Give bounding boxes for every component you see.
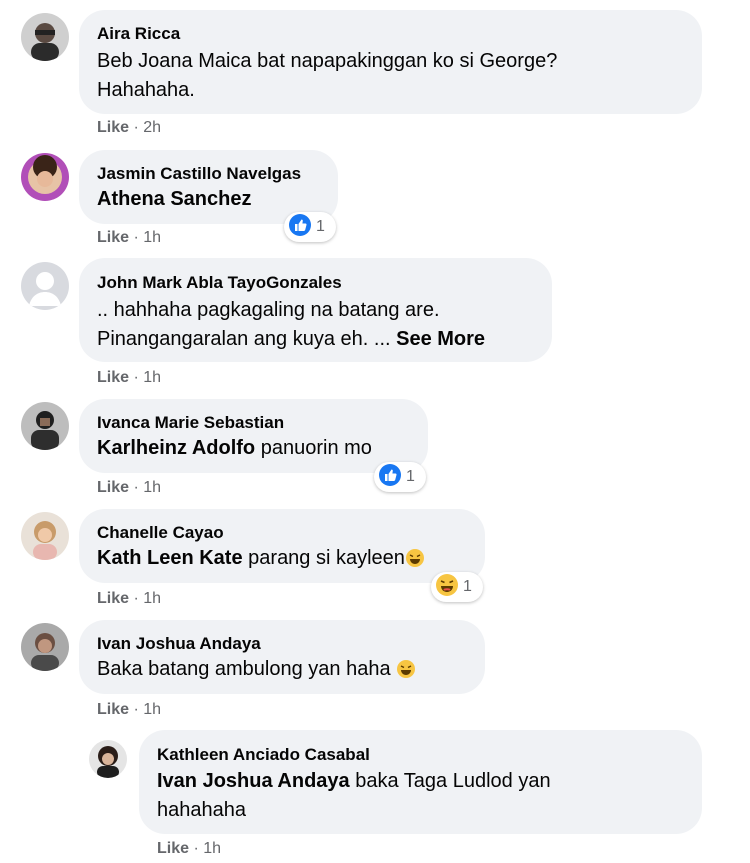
comment-author[interactable]: Jasmin Castillo Navelgas (97, 164, 301, 184)
comment-text: Pinangangaralan ang kuya eh. ... See Mor… (97, 328, 486, 350)
comment-text: Hahahaha. (97, 79, 195, 101)
see-more-link[interactable]: See More (396, 328, 485, 350)
reaction-count: 1 (316, 218, 325, 235)
like-button[interactable]: Like (97, 590, 129, 607)
comment-text: hahahaha (157, 799, 246, 821)
comment-timestamp[interactable]: 1h (143, 229, 161, 246)
comment-timestamp[interactable]: 1h (203, 840, 221, 857)
mention-link[interactable]: Athena Sanchez (97, 185, 251, 214)
comment-timestamp[interactable]: 1h (143, 590, 161, 607)
like-button[interactable]: Like (157, 840, 189, 857)
like-button[interactable]: Like (97, 369, 129, 386)
avatar[interactable] (21, 13, 69, 61)
avatar[interactable] (21, 623, 69, 671)
reaction-count: 1 (406, 468, 415, 485)
avatar[interactable] (21, 153, 69, 201)
laughing-emoji-icon (405, 548, 425, 577)
comment-author[interactable]: Ivanca Marie Sebastian (97, 413, 284, 433)
like-reaction-icon (288, 213, 312, 242)
reaction-summary[interactable]: 1 (374, 462, 426, 492)
comment-author[interactable]: Aira Ricca (97, 24, 180, 44)
reaction-summary[interactable]: 1 (431, 572, 483, 602)
comment-author[interactable]: Chanelle Cayao (97, 523, 224, 543)
comment-meta: Like · 1h (97, 369, 162, 386)
comment-author[interactable]: Kathleen Anciado Casabal (157, 745, 370, 765)
comment-text: .. hahhaha pagkagaling na batang are. (97, 299, 440, 321)
mention-link[interactable]: Ivan Joshua Andaya (157, 770, 350, 792)
comment-text: Baka batang ambulong yan haha (97, 655, 416, 688)
comment-meta: Like · 1h (97, 229, 162, 246)
comment-timestamp[interactable]: 1h (143, 369, 161, 386)
comment-meta: Like · 1h (97, 701, 162, 718)
mention-link[interactable]: Karlheinz Adolfo (97, 437, 255, 459)
avatar[interactable] (21, 402, 69, 450)
like-button[interactable]: Like (97, 479, 129, 496)
comment-meta: Like · 1h (97, 479, 162, 496)
like-reaction-icon (378, 463, 402, 492)
comment-meta: Like · 1h (97, 590, 162, 607)
comment-text: Ivan Joshua Andaya baka Taga Ludlod yan (157, 770, 551, 792)
reaction-count: 1 (463, 578, 472, 595)
avatar[interactable] (21, 512, 69, 560)
comment-text: Kath Leen Kate parang si kayleen (97, 544, 425, 577)
comment-timestamp[interactable]: 1h (143, 479, 161, 496)
like-button[interactable]: Like (97, 229, 129, 246)
comment-meta: Like · 2h (97, 119, 162, 136)
comment-author[interactable]: John Mark Abla TayoGonzales (97, 273, 342, 293)
comment-timestamp[interactable]: 1h (143, 701, 161, 718)
comment-text: Karlheinz Adolfo panuorin mo (97, 437, 372, 459)
haha-reaction-icon (435, 573, 459, 602)
mention-link[interactable]: Kath Leen Kate (97, 547, 243, 569)
like-button[interactable]: Like (97, 119, 129, 136)
comment-timestamp[interactable]: 2h (143, 119, 161, 136)
comment-author[interactable]: Ivan Joshua Andaya (97, 634, 261, 654)
laughing-emoji-icon (396, 659, 416, 688)
comment-text: Beb Joana Maica bat napapakinggan ko si … (97, 50, 558, 72)
like-button[interactable]: Like (97, 701, 129, 718)
avatar[interactable] (89, 740, 127, 778)
reaction-summary[interactable]: 1 (284, 212, 336, 242)
comment-meta: Like · 1h (157, 840, 222, 857)
avatar[interactable] (21, 262, 69, 310)
